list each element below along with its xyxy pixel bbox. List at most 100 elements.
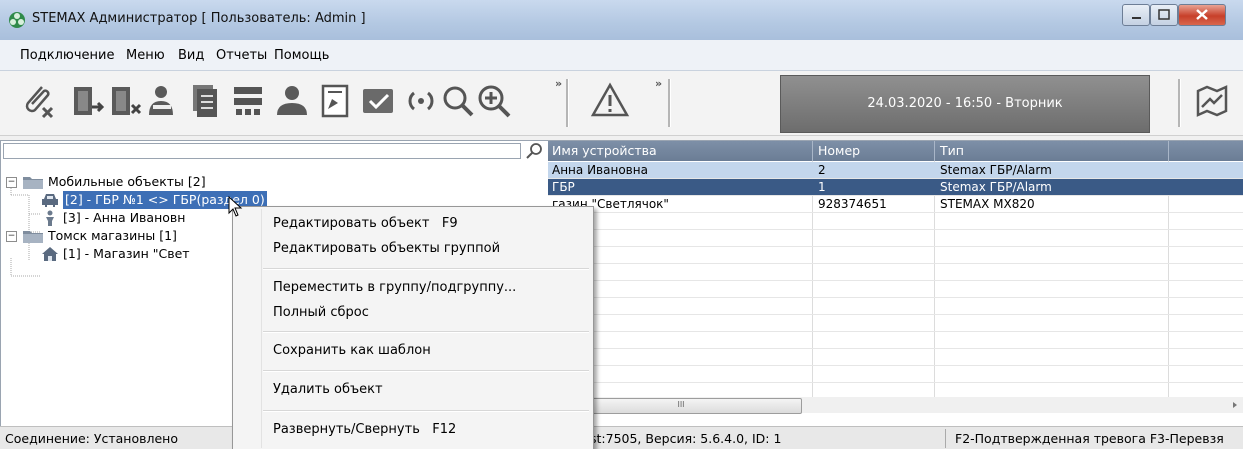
menu-item-label: Редактировать объект <box>273 216 430 231</box>
menu-view[interactable]: Вид <box>178 48 204 63</box>
window-title: STEMAX Администратор [ Пользователь: Adm… <box>32 11 366 26</box>
menu-item-label: Развернуть/Свернуть <box>273 422 420 437</box>
hotkeys-hint: F2-Подтвержденная тревога F3-Перевзя <box>955 431 1224 446</box>
clip-remove-icon[interactable] <box>18 81 58 121</box>
network-icon[interactable] <box>228 81 268 121</box>
person-group-icon[interactable] <box>272 81 312 121</box>
title-bar: STEMAX Администратор [ Пользователь: Adm… <box>0 0 1243 40</box>
menu-item-edit-group[interactable]: Редактировать объекты группой <box>273 241 500 256</box>
toolbar-overflow-2[interactable]: » <box>655 77 662 90</box>
table-row-empty <box>548 281 1243 298</box>
column-header-number[interactable]: Номер <box>818 143 860 158</box>
datetime-text: 24.03.2020 - 16:50 - Вторник <box>867 96 1063 111</box>
table-row-empty <box>548 264 1243 281</box>
tree-node-label: [1] - Магазин "Свет <box>63 246 190 261</box>
close-button[interactable] <box>1178 4 1226 26</box>
menu-item-move-to-group[interactable]: Переместить в группу/подгруппу... <box>273 280 516 295</box>
status-divider <box>945 429 946 448</box>
cell-type: Stemax ГБР/Alarm <box>940 163 1052 177</box>
cell-number: 928374651 <box>818 197 887 211</box>
map-icon[interactable] <box>1192 81 1232 121</box>
menu-separator <box>263 370 589 372</box>
cell-type: Stemax ГБР/Alarm <box>940 180 1052 194</box>
menu-separator <box>263 268 589 270</box>
menu-item-label: Полный сброс <box>273 305 369 320</box>
table-row-empty <box>548 247 1243 264</box>
table-row[interactable]: Анна Ивановна 2 Stemax ГБР/Alarm <box>548 162 1243 179</box>
tree-expander[interactable]: − <box>6 231 17 242</box>
document-stack-icon[interactable] <box>185 81 225 121</box>
search-icon[interactable] <box>525 142 545 160</box>
tree-expander[interactable]: − <box>6 177 17 188</box>
status-bar: Соединение: Установлено st:7505, Версия:… <box>0 426 1243 449</box>
datetime-panel: 24.03.2020 - 16:50 - Вторник <box>780 75 1150 133</box>
tree-node-label: Томск магазины [1] <box>48 228 177 243</box>
cell-type: STEMAX MX820 <box>940 197 1035 211</box>
maximize-button[interactable] <box>1150 4 1178 26</box>
door-remove-icon[interactable] <box>104 81 144 121</box>
menu-connection[interactable]: Подключение <box>20 48 114 63</box>
column-header-type[interactable]: Тип <box>940 143 964 158</box>
device-grid: Имя устройства Номер Тип Анна Ивановна 2… <box>548 140 1243 427</box>
menu-item-expand-collapse[interactable]: Развернуть/Свернуть F12 <box>273 422 456 437</box>
table-row-empty <box>548 315 1243 332</box>
warning-icon[interactable] <box>590 81 630 121</box>
table-row-empty <box>548 349 1243 366</box>
zoom-in-icon[interactable] <box>474 81 514 121</box>
toolbar-overflow-1[interactable]: » <box>555 77 562 90</box>
checkmark-icon[interactable] <box>358 81 398 121</box>
menu-separator <box>263 410 589 412</box>
menu-separator <box>263 331 589 333</box>
table-row-selected[interactable]: ГБР 1 Stemax ГБР/Alarm <box>548 179 1243 196</box>
cell-device-name: Анна Ивановна <box>552 163 648 177</box>
door-exit-icon[interactable] <box>66 81 106 121</box>
table-row-empty <box>548 230 1243 247</box>
menu-menu[interactable]: Меню <box>126 48 165 63</box>
menu-item-shortcut: F12 <box>432 422 457 437</box>
menu-bar: Подключение Меню Вид Отчеты Помощь <box>0 40 1243 71</box>
cell-number: 2 <box>818 163 826 177</box>
minimize-icon <box>1132 17 1141 19</box>
folder-icon <box>23 231 43 243</box>
table-row[interactable]: газин "Светлячок" 928374651 STEMAX MX820 <box>548 196 1243 213</box>
search-icon[interactable] <box>438 81 478 121</box>
menu-reports[interactable]: Отчеты <box>216 48 267 63</box>
folder-icon <box>23 177 43 189</box>
menu-item-edit-object[interactable]: Редактировать объект F9 <box>273 216 458 231</box>
house-icon <box>42 247 58 261</box>
toolbar-separator <box>1178 79 1181 127</box>
table-row-empty <box>548 298 1243 315</box>
car-icon <box>42 194 58 207</box>
toolbar-separator <box>566 79 569 127</box>
scroll-right-icon[interactable] <box>1231 401 1239 409</box>
menu-item-shortcut: F9 <box>441 216 458 231</box>
radio-signal-icon[interactable] <box>401 81 441 121</box>
scrollbar-thumb[interactable]: III <box>560 398 802 414</box>
menu-item-save-template[interactable]: Сохранить как шаблон <box>273 343 431 358</box>
menu-gutter <box>261 209 262 448</box>
menu-item-full-reset[interactable]: Полный сброс <box>273 305 369 320</box>
connection-status: Соединение: Установлено <box>5 431 178 446</box>
minimize-button[interactable] <box>1122 4 1150 26</box>
tree-search-input[interactable] <box>3 143 521 159</box>
context-menu: Редактировать объект F9 Редактировать об… <box>232 206 594 449</box>
menu-help[interactable]: Помощь <box>274 48 329 63</box>
close-icon <box>1196 9 1208 20</box>
document-edit-icon[interactable] <box>315 81 355 121</box>
person-icon <box>46 210 54 226</box>
menu-item-label: Переместить в группу/подгруппу... <box>273 280 517 295</box>
column-header-device-name[interactable]: Имя устройства <box>552 143 657 158</box>
app-logo-icon <box>9 12 25 28</box>
mouse-cursor-icon <box>228 196 243 217</box>
tree-node-label: Мобильные объекты [2] <box>48 174 206 189</box>
menu-item-delete-object[interactable]: Удалить объект <box>273 382 383 397</box>
menu-item-label: Удалить объект <box>273 382 383 397</box>
people-icon[interactable] <box>143 81 183 121</box>
menu-item-label: Редактировать объекты группой <box>273 241 501 256</box>
table-row-empty <box>548 366 1243 383</box>
grid-header: Имя устройства Номер Тип <box>548 141 1243 161</box>
toolbar: » » 24.03.2020 - 16:50 - Вторник <box>0 71 1243 136</box>
tree-node-label: [3] - Анна Ивановн <box>63 210 186 225</box>
horizontal-scrollbar[interactable]: III <box>548 397 1243 414</box>
table-row-empty <box>548 332 1243 349</box>
